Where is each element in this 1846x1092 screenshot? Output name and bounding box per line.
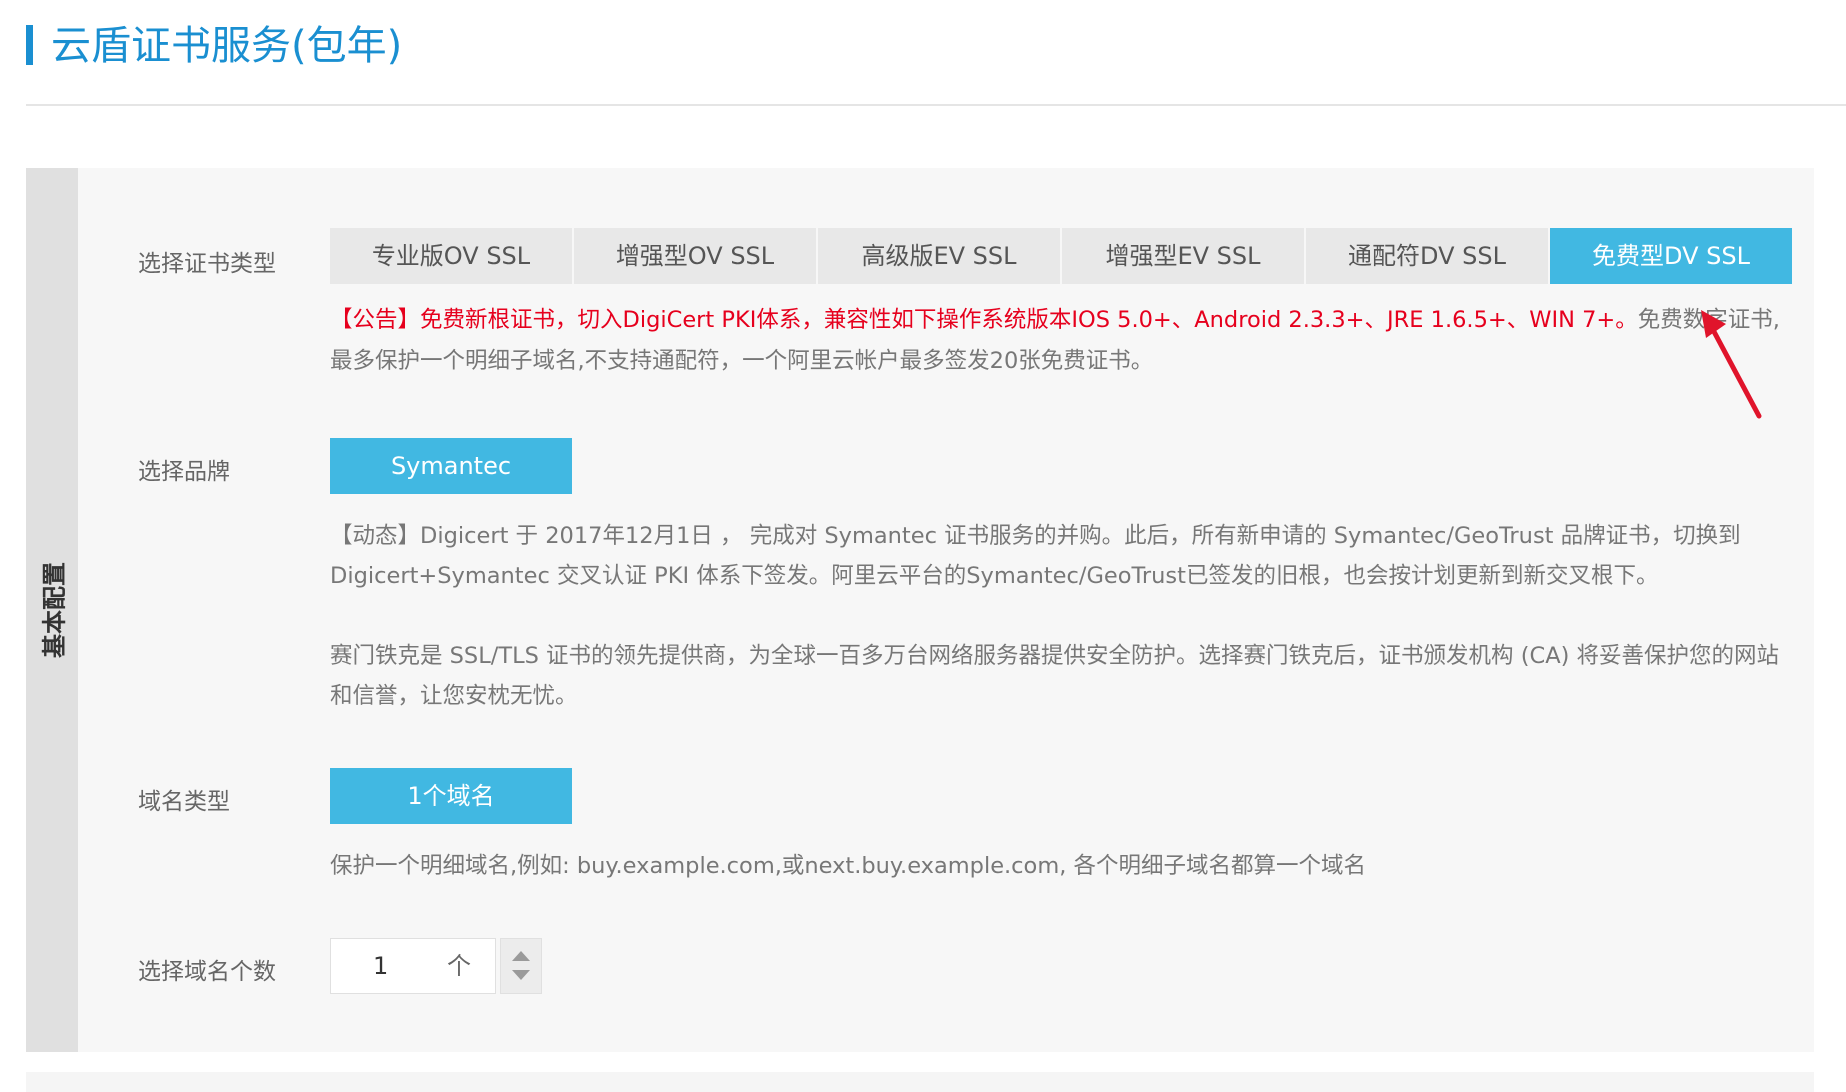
tab-wildcard-dv-ssl[interactable]: 通配符DV SSL: [1306, 228, 1548, 284]
page-title: 云盾证书服务(包年): [51, 23, 403, 69]
tab-pro-ov-ssl[interactable]: 专业版OV SSL: [330, 228, 572, 284]
title-accent-bar: [26, 25, 33, 65]
brand-description: 赛门铁克是 SSL/TLS 证书的领先提供商，为全球一百多万台网络服务器提供安全…: [330, 643, 1780, 709]
page-header: 云盾证书服务(包年): [26, 0, 1846, 106]
basic-config-panel: 基本配置 选择证书类型 专业版OV SSL 增强型OV SSL 高级版EV SS…: [26, 168, 1814, 1052]
tab-free-dv-ssl[interactable]: 免费型DV SSL: [1550, 228, 1792, 284]
cert-type-notice: 【公告】免费新根证书，切入DigiCert PKI体系，兼容性如下操作系统版本I…: [330, 300, 1792, 382]
cert-type-label: 选择证书类型: [138, 251, 276, 277]
domain-type-label: 域名类型: [138, 789, 230, 815]
stepper-arrows[interactable]: [500, 938, 542, 994]
domain-count-input[interactable]: 1 个: [330, 938, 496, 994]
domain-count-label: 选择域名个数: [138, 959, 276, 985]
domain-count-unit: 个: [447, 952, 471, 980]
tab-enhanced-ev-ssl[interactable]: 增强型EV SSL: [1062, 228, 1304, 284]
red-arrow-icon: [1701, 310, 1762, 419]
side-tab-label: 基本配置: [40, 562, 69, 658]
brand-news: 【动态】Digicert 于 2017年12月1日 ， 完成对 Symantec…: [330, 523, 1741, 589]
arrow-down-icon[interactable]: [512, 970, 530, 980]
next-section-strip: [26, 1072, 1814, 1092]
domain-count-value: 1: [373, 952, 389, 980]
domain-type-single-button[interactable]: 1个域名: [330, 768, 572, 824]
domain-type-description: 保护一个明细域名,例如: buy.example.com,或next.buy.e…: [330, 853, 1367, 879]
domain-count-stepper: 1 个: [330, 938, 542, 994]
cert-type-tabs: 专业版OV SSL 增强型OV SSL 高级版EV SSL 增强型EV SSL …: [330, 228, 1792, 284]
brand-symantec-button[interactable]: Symantec: [330, 438, 572, 494]
arrow-up-icon[interactable]: [512, 951, 530, 961]
brand-label: 选择品牌: [138, 459, 230, 485]
tab-enhanced-ov-ssl[interactable]: 增强型OV SSL: [574, 228, 816, 284]
tab-advanced-ev-ssl[interactable]: 高级版EV SSL: [818, 228, 1060, 284]
side-tab: 基本配置: [26, 168, 78, 1052]
notice-announcement: 【公告】免费新根证书，切入DigiCert PKI体系，兼容性如下操作系统版本I…: [330, 307, 1638, 333]
